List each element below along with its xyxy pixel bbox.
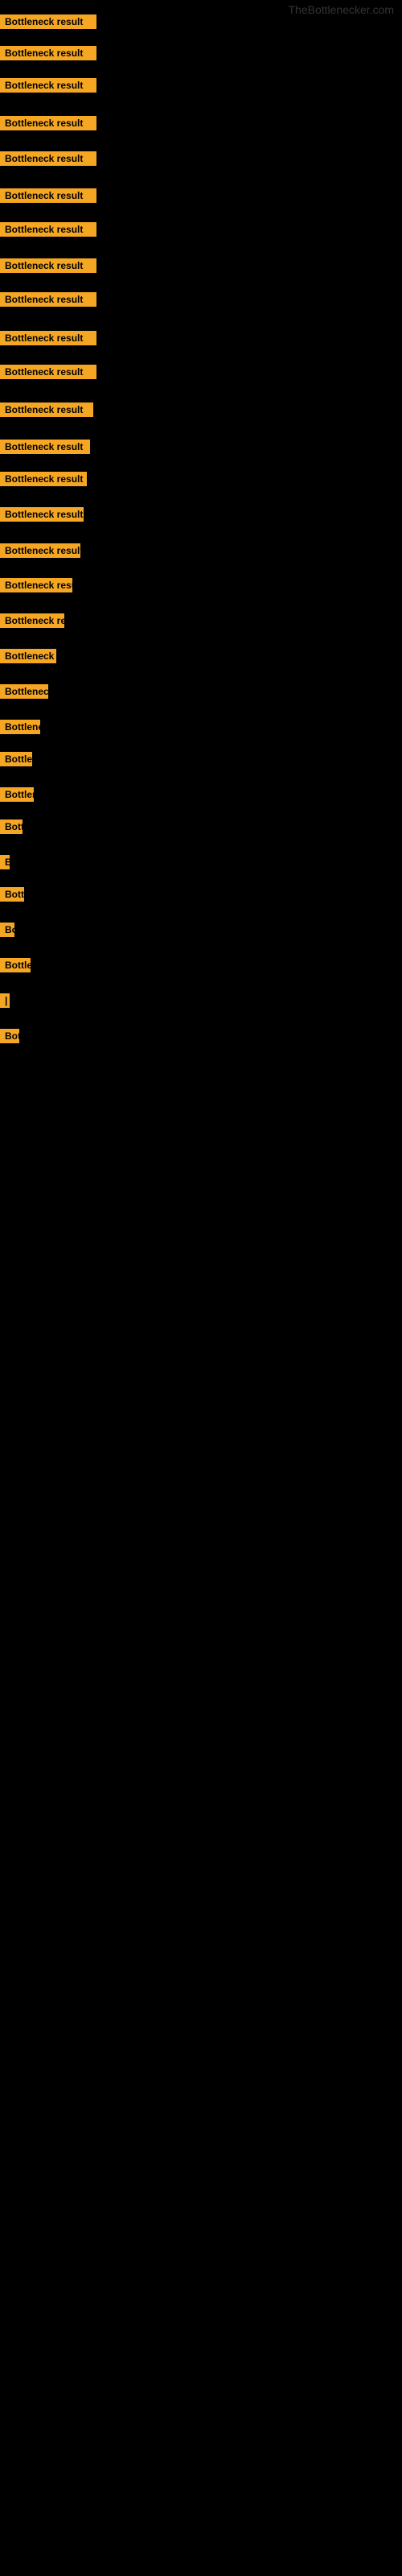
bottleneck-badge-25[interactable]: B <box>0 855 10 869</box>
bottleneck-badge-1[interactable]: Bottleneck result <box>0 14 96 29</box>
bottleneck-badge-11[interactable]: Bottleneck result <box>0 365 96 379</box>
bottleneck-badge-29[interactable]: | <box>0 993 10 1008</box>
bottleneck-badge-15[interactable]: Bottleneck result <box>0 507 84 522</box>
bottleneck-badge-30[interactable]: Bot <box>0 1029 19 1043</box>
bottleneck-badge-13[interactable]: Bottleneck result <box>0 440 90 454</box>
bottleneck-badge-28[interactable]: Bottler <box>0 958 31 972</box>
bottleneck-badge-9[interactable]: Bottleneck result <box>0 292 96 307</box>
bottleneck-badge-4[interactable]: Bottleneck result <box>0 116 96 130</box>
bottleneck-badge-12[interactable]: Bottleneck result <box>0 402 93 417</box>
bottleneck-badge-16[interactable]: Bottleneck result <box>0 543 80 558</box>
bottleneck-badge-8[interactable]: Bottleneck result <box>0 258 96 273</box>
bottleneck-badge-23[interactable]: Bottlenec <box>0 787 34 802</box>
bottleneck-badge-20[interactable]: Bottleneck result <box>0 684 48 699</box>
bottleneck-badge-14[interactable]: Bottleneck result <box>0 472 87 486</box>
site-title: TheBottlenecker.com <box>288 0 394 19</box>
bottleneck-badge-5[interactable]: Bottleneck result <box>0 151 96 166</box>
bottleneck-badge-26[interactable]: Bott <box>0 887 24 902</box>
bottleneck-badge-19[interactable]: Bottleneck result <box>0 649 56 663</box>
bottleneck-badge-17[interactable]: Bottleneck result <box>0 578 72 592</box>
bottleneck-badge-21[interactable]: Bottlenec <box>0 720 40 734</box>
bottleneck-badge-6[interactable]: Bottleneck result <box>0 188 96 203</box>
bottleneck-badge-24[interactable]: Bott <box>0 819 23 834</box>
bottleneck-badge-7[interactable]: Bottleneck result <box>0 222 96 237</box>
bottleneck-badge-10[interactable]: Bottleneck result <box>0 331 96 345</box>
bottleneck-badge-18[interactable]: Bottleneck result <box>0 613 64 628</box>
bottleneck-badge-2[interactable]: Bottleneck result <box>0 46 96 60</box>
bottleneck-badge-22[interactable]: Bottle <box>0 752 32 766</box>
bottleneck-badge-3[interactable]: Bottleneck result <box>0 78 96 93</box>
bottleneck-badge-27[interactable]: Bo <box>0 923 14 937</box>
